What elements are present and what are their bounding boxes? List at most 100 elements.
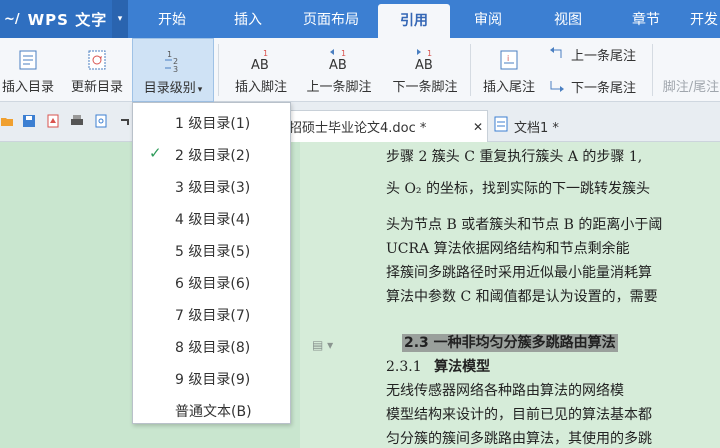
- export-pdf-icon[interactable]: [46, 114, 62, 130]
- doc-tab-thesis[interactable]: 招硕士毕业论文4.doc * ✕: [288, 110, 488, 142]
- prev-endnote-label: 上一条尾注: [571, 48, 637, 64]
- update-toc-icon: [85, 46, 109, 74]
- prev-footnote-icon: 1 AB: [326, 46, 352, 74]
- toc-level-menu: 1 级目录(1) ✓ 2 级目录(2) 3 级目录(3) 4 级目录(4) 5 级…: [132, 102, 291, 424]
- toc-level-5-item[interactable]: 5 级目录(5): [133, 233, 290, 265]
- menu-item-label: 3 级目录(3): [175, 180, 251, 196]
- insert-toc-button[interactable]: 插入目录: [0, 38, 60, 102]
- tab-section[interactable]: 章节: [620, 0, 672, 38]
- menu-item-label: 4 级目录(4): [175, 212, 251, 228]
- close-tab-icon[interactable]: ✕: [473, 120, 483, 134]
- checkmark-icon: ✓: [149, 144, 162, 162]
- svg-text:AB: AB: [251, 58, 269, 73]
- ribbon-divider: [218, 44, 219, 96]
- toc-level-6-item[interactable]: 6 级目录(6): [133, 265, 290, 297]
- next-footnote-label: 下一条脚注: [392, 80, 458, 95]
- next-footnote-button[interactable]: 1 AB 下一条脚注: [384, 38, 466, 102]
- document-icon: [494, 116, 508, 136]
- references-ribbon: 插入目录 更新目录 123 目录级别 ▾ 1 AB 插入脚注 1 AB 上一条脚注 1…: [0, 38, 720, 102]
- toc-level-4-item[interactable]: 4 级目录(4): [133, 201, 290, 233]
- ribbon-divider: [470, 44, 471, 96]
- doc-line: 头为节点 B 或者簇头和节点 B 的距离小于阈: [386, 217, 663, 233]
- doc-tab-document1-label: 文档1 *: [514, 120, 559, 136]
- wps-logo-icon: ~/: [4, 11, 20, 27]
- tab-references[interactable]: 引用: [378, 4, 450, 38]
- svg-text:AB: AB: [329, 58, 347, 73]
- insert-footnote-icon: 1 AB: [248, 46, 274, 74]
- menu-item-label: 普通文本(B): [175, 404, 252, 420]
- menu-item-label: 1 级目录(1): [175, 116, 251, 132]
- doc-line: 匀分簇的簇间多跳路由算法，其使用的多跳: [386, 431, 652, 447]
- svg-text:AB: AB: [415, 58, 433, 73]
- menu-item-label: 6 级目录(6): [175, 276, 251, 292]
- doc-tab-document1[interactable]: 文档1 *: [494, 110, 559, 142]
- next-endnote-label: 下一条尾注: [571, 80, 637, 96]
- menu-item-label: 8 级目录(8): [175, 340, 251, 356]
- svg-text:1: 1: [427, 49, 432, 58]
- doc-line: 头 O₂ 的坐标，找到实际的下一跳转发簇头: [386, 181, 650, 197]
- footnote-endnote-button[interactable]: 脚注/尾注: [656, 38, 720, 102]
- insert-footnote-label: 插入脚注: [234, 80, 287, 95]
- prev-endnote-button[interactable]: 上一条尾注: [548, 42, 636, 66]
- toc-level-label: 目录级别 ▾: [144, 77, 203, 96]
- toc-level-8-item[interactable]: 8 级目录(8): [133, 329, 290, 361]
- wps-app-button[interactable]: ~/ WPS 文字 ▾: [0, 0, 128, 38]
- prev-endnote-icon: [548, 46, 566, 62]
- doc-line: 无线传感器网络各种路由算法的网络模: [386, 383, 624, 399]
- save-icon[interactable]: [22, 114, 38, 130]
- section-heading: 2.3 一种非均匀分簇多跳路由算法: [402, 332, 618, 352]
- insert-endnote-button[interactable]: i 插入尾注: [474, 38, 544, 102]
- tab-view[interactable]: 视图: [542, 0, 594, 38]
- print-preview-icon[interactable]: [94, 114, 110, 130]
- update-toc-label: 更新目录: [70, 80, 123, 95]
- svg-text:1: 1: [341, 49, 346, 58]
- tab-insert[interactable]: 插入: [222, 0, 274, 38]
- toc-level-7-item[interactable]: 7 级目录(7): [133, 297, 290, 329]
- open-folder-icon[interactable]: [0, 114, 16, 130]
- footnote-endnote-label: 脚注/尾注: [662, 80, 720, 95]
- insert-endnote-icon: i: [497, 46, 521, 74]
- toc-level-text: 目录级别: [143, 81, 196, 96]
- subsection-number: 2.3.1: [386, 359, 422, 375]
- svg-text:i: i: [507, 54, 509, 63]
- doc-tab-thesis-label: 招硕士毕业论文4.doc *: [289, 121, 427, 136]
- menu-item-label: 7 级目录(7): [175, 308, 251, 324]
- insert-endnote-label: 插入尾注: [482, 80, 535, 95]
- menu-item-label: 5 级目录(5): [175, 244, 251, 260]
- tab-review[interactable]: 审阅: [462, 0, 514, 38]
- subsection-title: 算法模型: [434, 359, 491, 375]
- tab-developer[interactable]: 开发: [690, 0, 720, 38]
- tab-home[interactable]: 开始: [146, 0, 198, 38]
- toc-level-dropdown-icon: ▾: [197, 85, 203, 95]
- menu-item-label: 9 级目录(9): [175, 372, 251, 388]
- section-heading-text: 2.3 一种非均匀分簇多跳路由算法: [402, 334, 618, 352]
- document-page[interactable]: 步骤 2 簇头 C 重复执行簇头 A 的步骤 1, 头 O₂ 的坐标，找到实际的…: [300, 142, 720, 448]
- doc-line: 模型结构来设计的，目前已见的算法基本都: [386, 407, 652, 423]
- svg-text:1: 1: [167, 50, 172, 59]
- prev-footnote-button[interactable]: 1 AB 上一条脚注: [298, 38, 380, 102]
- tab-page-layout[interactable]: 页面布局: [294, 0, 368, 38]
- paragraph-layout-icon[interactable]: ▤ ▾: [312, 338, 333, 352]
- toc-level-1-item[interactable]: 1 级目录(1): [133, 105, 290, 137]
- update-toc-button[interactable]: 更新目录: [64, 38, 130, 102]
- next-endnote-icon: [548, 78, 566, 94]
- doc-line: 步骤 2 簇头 C 重复执行簇头 A 的步骤 1,: [386, 149, 643, 165]
- ribbon-divider: [652, 44, 653, 96]
- toc-level-2-item[interactable]: ✓ 2 级目录(2): [133, 137, 290, 169]
- svg-text:1: 1: [263, 49, 268, 58]
- app-title: WPS 文字: [27, 10, 108, 29]
- print-icon[interactable]: [70, 114, 86, 130]
- quick-access-toolbar: 招硕士毕业论文4.doc * ✕ 文档1 *: [0, 102, 720, 142]
- app-menu-arrow-icon[interactable]: ▾: [112, 0, 128, 38]
- menu-item-label: 2 级目录(2): [175, 148, 251, 164]
- toc-level-9-item[interactable]: 9 级目录(9): [133, 361, 290, 393]
- toc-level-3-item[interactable]: 3 级目录(3): [133, 169, 290, 201]
- prev-footnote-label: 上一条脚注: [306, 80, 372, 95]
- insert-footnote-button[interactable]: 1 AB 插入脚注: [226, 38, 296, 102]
- insert-toc-icon: [16, 46, 40, 74]
- next-endnote-button[interactable]: 下一条尾注: [548, 74, 636, 98]
- title-tab-bar: ~/ WPS 文字 ▾ 开始 插入 页面布局 引用 审阅 视图 章节 开发: [0, 0, 720, 38]
- subsection-heading: 2.3.1 算法模型: [386, 356, 490, 376]
- normal-text-item[interactable]: 普通文本(B): [133, 393, 290, 425]
- toc-level-button[interactable]: 123 目录级别 ▾: [132, 38, 214, 102]
